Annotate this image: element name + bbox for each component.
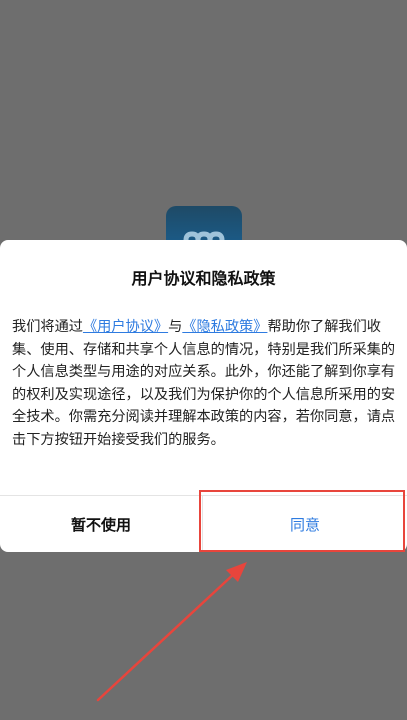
body-prefix: 我们将通过	[12, 319, 83, 335]
user-agreement-link[interactable]: 《用户协议》	[83, 319, 168, 335]
agree-button[interactable]: 同意	[203, 496, 407, 552]
privacy-policy-link[interactable]: 《隐私政策》	[182, 319, 267, 335]
privacy-dialog: 用户协议和隐私政策 我们将通过《用户协议》与《隐私政策》帮助你了解我们收集、使用…	[0, 240, 407, 552]
dialog-title: 用户协议和隐私政策	[131, 269, 276, 288]
dialog-body: 我们将通过《用户协议》与《隐私政策》帮助你了解我们收集、使用、存储和共享个人信息…	[12, 316, 396, 452]
body-conjunction: 与	[168, 319, 183, 335]
body-suffix: 帮助你了解我们收集、使用、存储和共享个人信息的情况，特别是我们所采集的个人信息类…	[12, 319, 396, 448]
decline-button[interactable]: 暂不使用	[0, 496, 202, 552]
